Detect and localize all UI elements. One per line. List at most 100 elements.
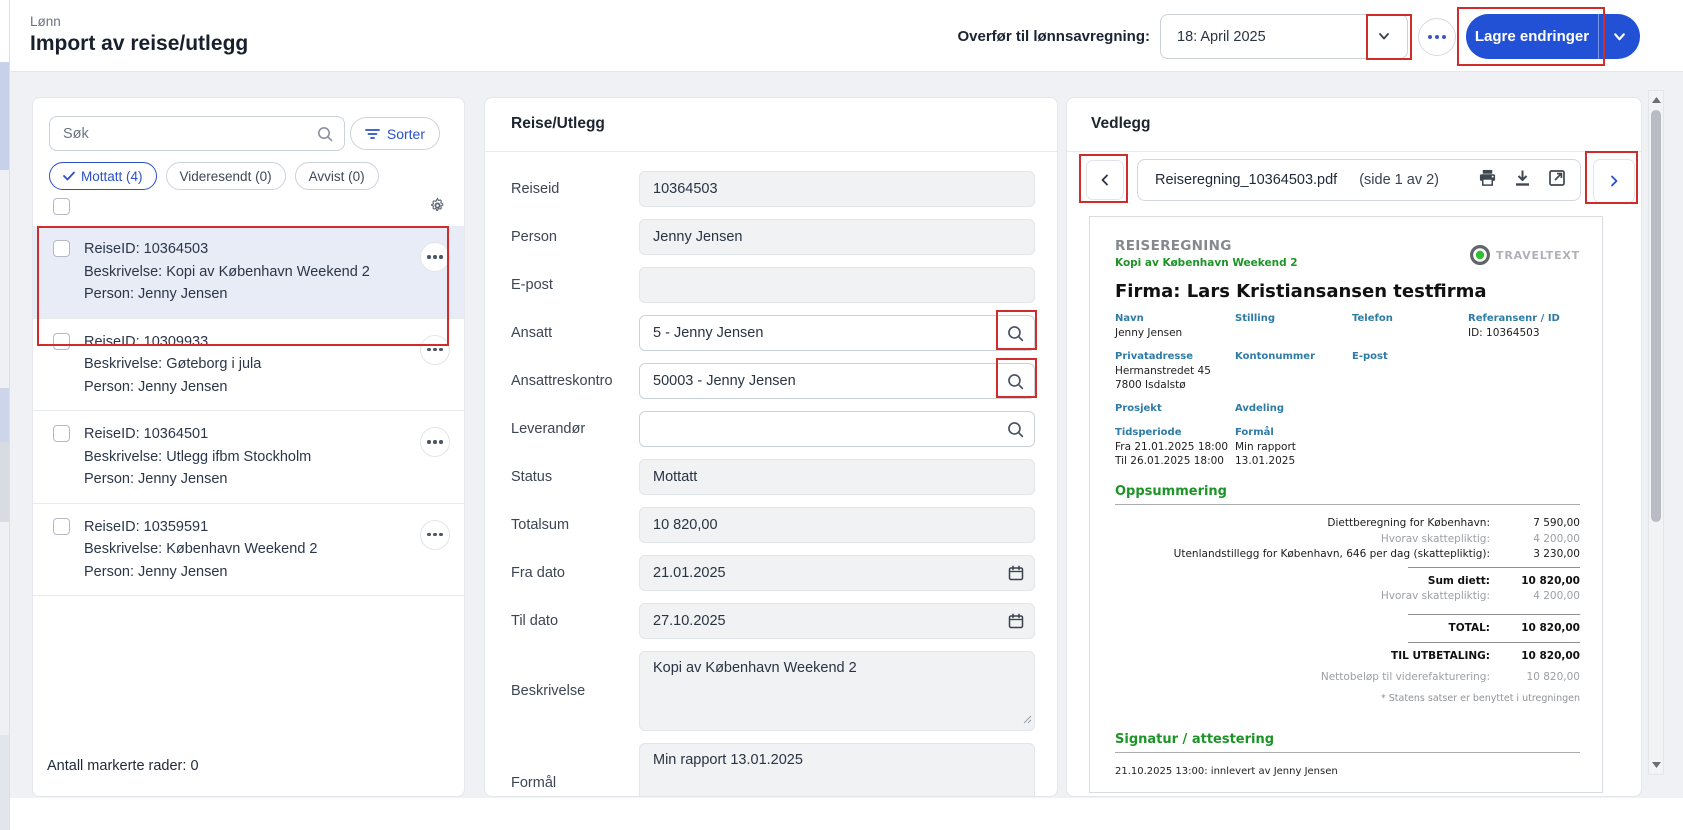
reiseid-field: 10364503 [639,171,1035,207]
field-label: Reiseid [511,181,639,197]
field-label: Ansatt [511,325,639,341]
item-person: Person: Jenny Jensen [84,561,406,584]
save-changes-dropdown[interactable] [1598,14,1640,59]
field-label: Til dato [511,613,639,629]
row-menu-button[interactable] [420,242,450,272]
open-external-icon[interactable] [1548,169,1566,192]
chevron-left-icon [1098,173,1112,187]
row-checkbox[interactable] [53,518,70,535]
pdf-summary-title: Oppsummering [1115,484,1580,505]
field-label: Leverandør [511,421,639,437]
more-actions-button[interactable] [1418,18,1456,56]
page-header: Lønn Import av reise/utlegg Overfør til … [10,0,1683,72]
ansattreskontro-field[interactable]: 50003 - Jenny Jensen [639,363,1035,399]
filter-chip-avvist[interactable]: Avvist (0) [295,162,379,190]
leverandor-field[interactable] [639,411,1035,447]
list-item[interactable]: ReiseID: 10359591 Beskrivelse: København… [33,503,464,596]
search-icon [316,125,334,148]
select-all-checkbox[interactable] [53,198,70,215]
row-menu-button[interactable] [420,427,450,457]
row-checkbox[interactable] [53,333,70,350]
filter-chip-mottatt[interactable]: Mottatt (4) [49,162,157,190]
item-reiseid: ReiseID: 10364501 [84,423,406,446]
resize-handle[interactable] [1023,712,1032,728]
pdf-summary: Diettberegning for København:7 590,00 Hv… [1115,516,1580,685]
calendar-icon[interactable] [1007,612,1025,634]
item-person: Person: Jenny Jensen [84,468,406,491]
travel-form-panel: Reise/Utlegg Reiseid 10364503 Person Jen… [484,97,1058,797]
epost-field [639,267,1035,303]
ansatt-field[interactable]: 5 - Jenny Jensen [639,315,1035,351]
field-label: Fra dato [511,565,639,581]
status-field: Mottatt [639,459,1035,495]
traveltext-logo-icon [1469,244,1491,266]
totalsum-field: 10 820,00 [639,507,1035,543]
formal-textarea[interactable]: Min rapport 13.01.2025 [639,743,1035,797]
pdf-preview[interactable]: REISEREGNING Kopi av København Weekend 2… [1089,216,1603,793]
attachment-file-bar[interactable]: Reiseregning_10364503.pdf (side 1 av 2) [1137,159,1581,201]
beskrivelse-textarea[interactable]: Kopi av København Weekend 2 [639,651,1035,731]
pdf-info-grid: NavnJenny Jensen Stilling Telefon Refera… [1115,313,1580,468]
scrollbar-thumb[interactable] [1651,110,1661,522]
gear-icon[interactable] [429,197,446,219]
pdf-signature-line: 21.10.2025 13:00: innlevert av Jenny Jen… [1115,766,1580,777]
row-menu-button[interactable] [420,335,450,365]
payroll-period-select[interactable]: 18: April 2025 [1160,14,1408,59]
list-search[interactable] [49,116,345,151]
field-label: Totalsum [511,517,639,533]
lookup-search-icon[interactable] [1006,324,1025,347]
filter-chip-label: Videresendt (0) [180,169,272,184]
chevron-down-icon [1612,29,1627,44]
fra-dato-field[interactable]: 21.01.2025 [639,555,1035,591]
lookup-search-icon[interactable] [1006,420,1025,443]
traveltext-logo: TRAVELTEXT [1469,244,1580,266]
scroll-up-icon[interactable] [1649,92,1663,108]
download-icon[interactable] [1514,169,1531,192]
chevron-right-icon [1607,174,1621,188]
save-changes-label: Lagre endringer [1466,28,1598,45]
form-panel-title: Reise/Utlegg [511,115,605,133]
field-label: Ansattreskontro [511,373,639,389]
previous-attachment-button[interactable] [1086,160,1124,200]
field-label: E-post [511,277,639,293]
field-label: Person [511,229,639,245]
list-item[interactable]: ReiseID: 10364503 Beskrivelse: Kopi av K… [33,226,464,318]
sort-button[interactable]: Sorter [350,117,440,150]
travel-list-panel: Sorter Mottatt (4) Videresendt (0) Avvis… [32,97,465,797]
next-attachment-button[interactable] [1593,159,1635,203]
pdf-doc-subtitle: Kopi av København Weekend 2 [1115,257,1298,269]
til-dato-field[interactable]: 27.10.2025 [639,603,1035,639]
left-edge-strip [0,0,10,830]
attachment-panel-title: Vedlegg [1091,115,1150,133]
field-label: Beskrivelse [511,683,639,699]
pdf-doc-type: REISEREGNING [1115,238,1298,254]
transfer-label: Overfør til lønnsavregning: [950,28,1150,45]
filter-chip-label: Mottatt (4) [81,169,143,184]
person-field: Jenny Jensen [639,219,1035,255]
item-reiseid: ReiseID: 10364503 [84,238,406,261]
row-menu-button[interactable] [420,520,450,550]
list-item[interactable]: ReiseID: 10364501 Beskrivelse: Utlegg if… [33,410,464,503]
item-beskrivelse: Beskrivelse: Utlegg ifbm Stockholm [84,446,406,469]
breadcrumb: Lønn [30,14,61,29]
item-beskrivelse: Beskrivelse: København Weekend 2 [84,538,406,561]
calendar-icon[interactable] [1007,564,1025,586]
save-changes-button[interactable]: Lagre endringer [1466,14,1640,59]
row-checkbox[interactable] [53,425,70,442]
scroll-down-icon[interactable] [1649,757,1663,773]
field-label: Formål [511,775,639,791]
field-label: Status [511,469,639,485]
print-icon[interactable] [1478,169,1497,192]
vertical-scrollbar[interactable] [1648,90,1664,775]
pdf-rates-note: * Statens satser er benyttet i utregning… [1115,693,1580,704]
row-checkbox[interactable] [53,240,70,257]
period-select-value: 18: April 2025 [1177,29,1266,45]
list-item[interactable]: ReiseID: 10309933 Beskrivelse: Gøteborg … [33,318,464,411]
filter-chip-label: Avvist (0) [309,169,365,184]
filter-chip-videresendt[interactable]: Videresendt (0) [166,162,286,190]
pdf-signature-title: Signatur / attestering [1115,732,1580,753]
item-beskrivelse: Beskrivelse: Kopi av København Weekend 2 [84,261,406,284]
lookup-search-icon[interactable] [1006,372,1025,395]
check-icon [63,171,75,181]
search-input[interactable] [50,117,344,150]
